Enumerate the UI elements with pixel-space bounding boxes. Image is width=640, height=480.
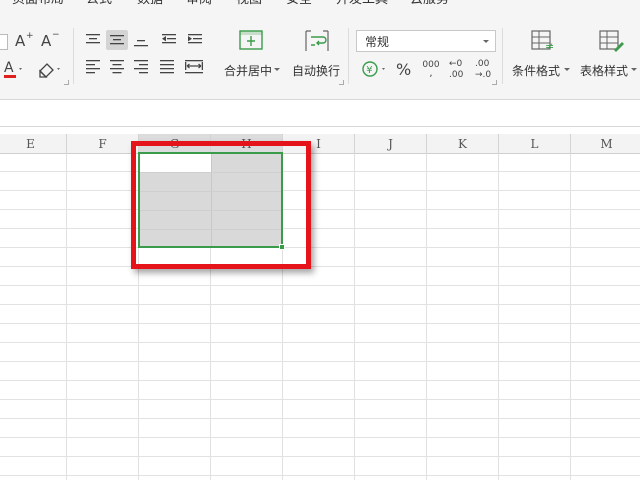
alignment-dialog-launcher[interactable] <box>339 80 344 85</box>
font-color-icon[interactable]: A <box>2 58 24 80</box>
ribbon-separator <box>502 28 503 84</box>
eraser-icon[interactable] <box>36 58 64 80</box>
grid-line <box>0 475 640 476</box>
conditional-format-icon[interactable]: ≠ <box>528 28 558 54</box>
decrease-font-icon[interactable]: A − <box>40 30 60 50</box>
align-left-icon[interactable] <box>82 56 104 76</box>
column-header-e[interactable]: E <box>0 134 67 154</box>
thousands-separator-button[interactable]: 000 , <box>420 56 442 82</box>
grid-line <box>0 456 640 457</box>
grid-line <box>0 228 640 229</box>
increase-decimal-button[interactable]: ←0.00 <box>446 56 470 82</box>
grid-line <box>0 266 640 267</box>
column-header-j[interactable]: J <box>355 134 427 154</box>
column-header-m[interactable]: M <box>571 134 640 154</box>
column-header-row: E F G H I J K L M <box>0 134 640 154</box>
menu-tab-review[interactable]: 审阅 <box>186 0 212 8</box>
svg-text:≠: ≠ <box>545 40 554 53</box>
svg-text:.00: .00 <box>475 59 490 69</box>
percent-button[interactable]: % <box>396 60 411 79</box>
increase-indent-icon[interactable] <box>184 30 206 50</box>
currency-icon[interactable]: ¥ <box>360 58 390 80</box>
grid-line <box>0 418 640 419</box>
menu-tab-page-layout[interactable]: 页面布局 <box>12 0 64 8</box>
svg-text:A: A <box>4 60 14 76</box>
menu-tab-cloud[interactable]: 云服务 <box>410 0 449 8</box>
justify-icon[interactable] <box>156 56 178 76</box>
grid-line <box>0 190 640 191</box>
increase-font-icon[interactable]: A + <box>14 30 34 50</box>
menu-bar: 页面布局 公式 数据 审阅 视图 安全 开发工具 云服务 <box>0 0 640 22</box>
grid-line <box>426 154 427 480</box>
ribbon-separator <box>348 28 349 84</box>
table-style-icon[interactable] <box>596 28 626 54</box>
svg-text:A: A <box>41 32 52 50</box>
svg-text:+: + <box>26 31 34 41</box>
align-top-icon[interactable] <box>82 30 104 50</box>
menu-tab-view[interactable]: 视图 <box>236 0 262 8</box>
grid-line <box>0 285 640 286</box>
distributed-align-icon[interactable] <box>182 56 206 76</box>
merge-center-icon[interactable] <box>236 28 266 54</box>
cond-format-dropdown-arrow-icon[interactable] <box>562 64 572 74</box>
grid-line <box>0 437 640 438</box>
decrease-decimal-button[interactable]: .00 →.0 <box>472 56 496 82</box>
column-header-k[interactable]: K <box>427 134 499 154</box>
table-style-button[interactable]: 表格样式 <box>580 62 628 79</box>
align-bottom-icon[interactable] <box>130 30 152 50</box>
svg-text:.00: .00 <box>449 70 464 80</box>
ribbon-toolbar: A + A − A 合并居中 自动换行 常规 ¥ % 000 , ←0 .00 … <box>0 22 640 90</box>
ribbon-bottom-strip <box>0 90 640 100</box>
svg-text:←0: ←0 <box>449 59 463 69</box>
svg-text:A: A <box>15 32 26 50</box>
grid-line <box>498 154 499 480</box>
decrease-decimal-icon: .00→.0 <box>475 59 491 80</box>
number-dialog-launcher[interactable] <box>492 80 497 85</box>
grid-line <box>0 304 640 305</box>
align-middle-icon[interactable] <box>106 30 128 50</box>
menu-tab-formulas[interactable]: 公式 <box>86 0 112 8</box>
increase-decimal-icon: ←0.00 <box>449 59 464 80</box>
merge-center-button[interactable]: 合并居中 <box>224 62 272 79</box>
formula-bar[interactable] <box>0 100 640 127</box>
column-header-l[interactable]: L <box>499 134 571 154</box>
svg-text:−: − <box>52 30 60 40</box>
menu-tab-developer[interactable]: 开发工具 <box>336 0 388 8</box>
table-style-dropdown-arrow-icon[interactable] <box>629 64 639 74</box>
wrap-text-icon[interactable] <box>302 28 332 54</box>
grid-line <box>354 154 355 480</box>
wrap-text-button[interactable]: 自动换行 <box>292 62 340 79</box>
column-header-f[interactable]: F <box>67 134 139 154</box>
svg-text:→.0: →.0 <box>475 70 491 80</box>
conditional-format-button[interactable]: 条件格式 <box>512 62 560 79</box>
grid-line <box>0 171 640 172</box>
number-format-dropdown[interactable]: 常规 <box>356 30 496 52</box>
decrease-indent-icon[interactable] <box>158 30 180 50</box>
grid-line <box>0 323 640 324</box>
svg-text:¥: ¥ <box>366 65 372 76</box>
grid-line <box>66 154 67 480</box>
grid-line <box>570 154 571 480</box>
grid-line <box>0 380 640 381</box>
menu-tab-data[interactable]: 数据 <box>137 0 163 8</box>
comma-glyph: , <box>429 67 433 79</box>
align-center-icon[interactable] <box>106 56 128 76</box>
ribbon-separator <box>73 28 74 84</box>
number-format-value: 常规 <box>365 34 390 49</box>
font-dialog-launcher[interactable] <box>64 80 69 85</box>
cell-grid[interactable] <box>0 154 640 480</box>
grid-line <box>0 399 640 400</box>
font-size-dropdown[interactable] <box>0 34 8 50</box>
chevron-down-icon <box>483 40 489 43</box>
grid-line <box>0 247 640 248</box>
grid-line <box>0 361 640 362</box>
highlight-annotation-box <box>131 141 311 269</box>
menu-tab-security[interactable]: 安全 <box>286 0 312 8</box>
grid-line <box>0 342 640 343</box>
grid-line <box>0 209 640 210</box>
align-right-icon[interactable] <box>130 56 152 76</box>
merge-dropdown-arrow-icon[interactable] <box>272 64 282 74</box>
